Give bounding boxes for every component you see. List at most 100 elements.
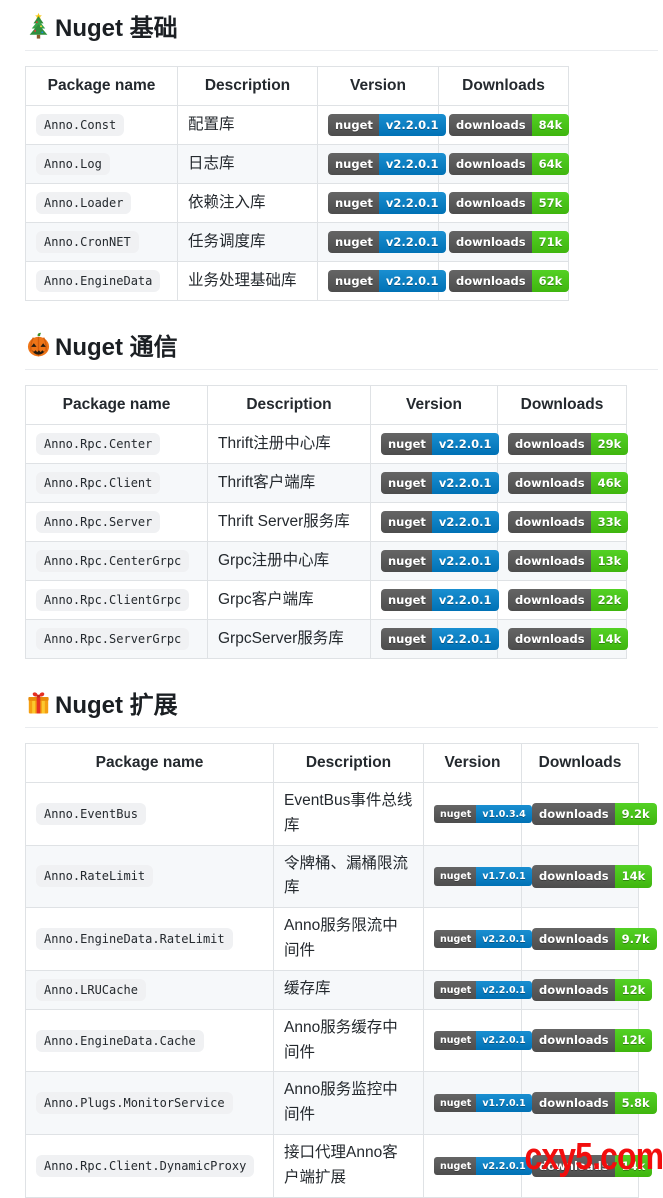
- version-cell: nugetv2.2.0.1: [424, 1009, 522, 1072]
- downloads-badge[interactable]: downloads33k: [508, 511, 628, 534]
- nuget-version-badge[interactable]: nugetv2.2.0.1: [434, 930, 532, 949]
- nuget-version-badge[interactable]: nugetv2.2.0.1: [328, 231, 446, 254]
- badge-label: downloads: [449, 231, 532, 254]
- badge-label: downloads: [532, 1029, 615, 1052]
- badge-value: v2.2.0.1: [432, 550, 499, 573]
- package-name-cell: Anno.Rpc.ServerGrpc: [26, 620, 208, 659]
- downloads-badge[interactable]: downloads84k: [449, 114, 569, 137]
- downloads-badge[interactable]: downloads71k: [449, 231, 569, 254]
- column-header-description: Description: [274, 744, 424, 783]
- package-description-cell: EventBus事件总线库: [274, 783, 424, 846]
- package-name-code: Anno.EventBus: [36, 803, 146, 825]
- package-name-cell: Anno.Rpc.Client: [26, 464, 208, 503]
- nuget-version-badge[interactable]: nugetv2.2.0.1: [434, 1031, 532, 1050]
- downloads-badge[interactable]: downloads29k: [508, 433, 628, 456]
- package-description-cell: GrpcServer服务库: [208, 620, 371, 659]
- table-row: Anno.CronNET任务调度库nugetv2.2.0.1downloads7…: [26, 223, 569, 262]
- badge-label: nuget: [328, 231, 379, 254]
- downloads-badge[interactable]: downloads22k: [508, 589, 628, 612]
- nuget-version-badge[interactable]: nugetv2.2.0.1: [381, 511, 499, 534]
- package-description-cell: 业务处理基础库: [178, 262, 318, 301]
- package-name-cell: Anno.EventBus: [26, 783, 274, 846]
- package-name-code: Anno.Plugs.MonitorService: [36, 1092, 233, 1114]
- downloads-badge[interactable]: downloads14k: [508, 628, 628, 651]
- nuget-version-badge[interactable]: nugetv2.2.0.1: [328, 153, 446, 176]
- downloads-badge[interactable]: downloads9.2k: [532, 803, 657, 826]
- downloads-badge[interactable]: downloads5.8k: [532, 1092, 657, 1115]
- nuget-version-badge[interactable]: nugetv2.2.0.1: [328, 192, 446, 215]
- downloads-badge[interactable]: downloads12k: [532, 979, 652, 1002]
- package-name-cell: Anno.Rpc.ClientGrpc: [26, 581, 208, 620]
- badge-value: v2.2.0.1: [379, 114, 446, 137]
- package-name-code: Anno.Loader: [36, 192, 131, 214]
- badge-label: downloads: [449, 192, 532, 215]
- table-row: Anno.RateLimit令牌桶、漏桶限流库nugetv1.7.0.1down…: [26, 845, 639, 908]
- package-table-communication: Package name Description Version Downloa…: [25, 385, 627, 659]
- nuget-version-badge[interactable]: nugetv1.7.0.1: [434, 867, 532, 886]
- badge-label: nuget: [381, 472, 432, 495]
- column-header-description: Description: [178, 67, 318, 106]
- nuget-version-badge[interactable]: nugetv2.2.0.1: [434, 1157, 532, 1176]
- nuget-version-badge[interactable]: nugetv2.2.0.1: [328, 114, 446, 137]
- table-row: Anno.Log日志库nugetv2.2.0.1downloads64k: [26, 145, 569, 184]
- badge-value: 22k: [591, 589, 629, 612]
- package-name-cell: Anno.Const: [26, 106, 178, 145]
- package-name-cell: Anno.LRUCache: [26, 970, 274, 1009]
- badge-label: nuget: [381, 433, 432, 456]
- nuget-version-badge[interactable]: nugetv1.7.0.1: [434, 1094, 532, 1113]
- package-description-cell: 配置库: [178, 106, 318, 145]
- badge-value: v2.2.0.1: [379, 231, 446, 254]
- downloads-badge[interactable]: downloads46k: [508, 472, 628, 495]
- downloads-badge[interactable]: downloads57k: [449, 192, 569, 215]
- package-name-code: Anno.Const: [36, 114, 124, 136]
- nuget-version-badge[interactable]: nugetv2.2.0.1: [434, 981, 532, 1000]
- column-header-version: Version: [318, 67, 439, 106]
- badge-value: 12k: [615, 979, 653, 1002]
- badge-label: downloads: [508, 589, 591, 612]
- package-name-code: Anno.RateLimit: [36, 865, 153, 887]
- nuget-version-badge[interactable]: nugetv2.2.0.1: [381, 589, 499, 612]
- table-row: Anno.Rpc.ClientThrift客户端库nugetv2.2.0.1do…: [26, 464, 627, 503]
- version-cell: nugetv2.2.0.1: [371, 503, 498, 542]
- badge-label: nuget: [434, 867, 476, 886]
- downloads-badge[interactable]: downloads12k: [532, 1029, 652, 1052]
- downloads-cell: downloads14k: [522, 845, 639, 908]
- nuget-version-badge[interactable]: nugetv2.2.0.1: [381, 472, 499, 495]
- downloads-badge[interactable]: downloads14k: [532, 865, 652, 888]
- badge-label: downloads: [449, 270, 532, 293]
- table-row: Anno.EngineData.RateLimitAnno服务限流中间件nuge…: [26, 908, 639, 971]
- downloads-cell: downloads14k: [498, 620, 627, 659]
- downloads-cell: downloads5.8k: [522, 1072, 639, 1135]
- nuget-version-badge[interactable]: nugetv2.2.0.1: [381, 433, 499, 456]
- downloads-badge[interactable]: downloads64k: [449, 153, 569, 176]
- downloads-cell: downloads62k: [439, 262, 569, 301]
- package-table-basic: Package name Description Version Downloa…: [25, 66, 569, 301]
- version-cell: nugetv2.2.0.1: [424, 1134, 522, 1197]
- downloads-cell: downloads46k: [498, 464, 627, 503]
- section-title-text: Nuget 扩展: [55, 685, 178, 720]
- badge-label: nuget: [381, 511, 432, 534]
- badge-value: 64k: [532, 153, 570, 176]
- package-description-cell: Grpc客户端库: [208, 581, 371, 620]
- package-name-cell: Anno.Log: [26, 145, 178, 184]
- column-header-downloads: Downloads: [439, 67, 569, 106]
- downloads-badge[interactable]: downloads9.7k: [532, 928, 657, 951]
- package-name-code: Anno.Rpc.ClientGrpc: [36, 589, 189, 611]
- badge-value: v2.2.0.1: [432, 589, 499, 612]
- badge-label: downloads: [508, 550, 591, 573]
- downloads-cell: downloads9.2k: [522, 783, 639, 846]
- package-name-code: Anno.Rpc.Client.DynamicProxy: [36, 1155, 254, 1177]
- badge-value: 33k: [591, 511, 629, 534]
- package-name-cell: Anno.EngineData.RateLimit: [26, 908, 274, 971]
- nuget-version-badge[interactable]: nugetv1.0.3.4: [434, 805, 532, 824]
- package-description-cell: 缓存库: [274, 970, 424, 1009]
- downloads-badge[interactable]: downloads62k: [449, 270, 569, 293]
- nuget-version-badge[interactable]: nugetv2.2.0.1: [328, 270, 446, 293]
- nuget-version-badge[interactable]: nugetv2.2.0.1: [381, 628, 499, 651]
- section-title-text: Nuget 通信: [55, 327, 178, 362]
- downloads-cell: downloads29k: [498, 425, 627, 464]
- nuget-version-badge[interactable]: nugetv2.2.0.1: [381, 550, 499, 573]
- downloads-badge[interactable]: downloads13k: [508, 550, 628, 573]
- column-header-package: Package name: [26, 744, 274, 783]
- badge-label: downloads: [508, 628, 591, 651]
